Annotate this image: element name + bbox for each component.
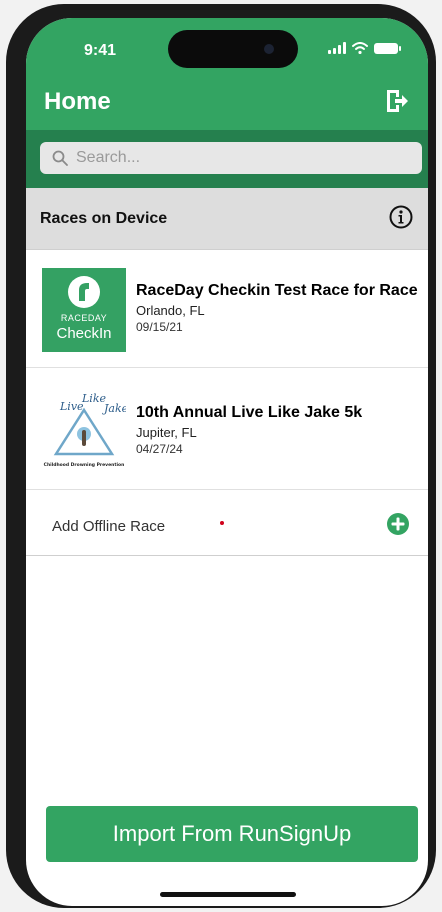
phone-frame: 9:41 Home Search... Races on Device RACE…: [6, 4, 436, 908]
race-list-item[interactable]: RACEDAY CheckIn RaceDay Checkin Test Rac…: [26, 250, 428, 368]
race-list-item[interactable]: Live Like Jake Childhood Drowning Preven…: [26, 368, 428, 490]
dynamic-island: [168, 30, 298, 68]
raceday-checkin-logo: RACEDAY CheckIn: [42, 268, 126, 352]
svg-text:Like: Like: [81, 392, 106, 405]
logo-text-checkin: CheckIn: [56, 325, 112, 342]
phone-screen: 9:41 Home Search... Races on Device RACE…: [26, 18, 428, 906]
race-date: 04/27/24: [136, 442, 183, 456]
race-name: RaceDay Checkin Test Race for Race: [136, 282, 418, 299]
checkin-flag-icon: [68, 276, 100, 308]
logo-text-raceday: RACEDAY: [60, 313, 108, 323]
svg-text:Live: Live: [59, 400, 84, 413]
svg-text:Childhood Drowning Prevention: Childhood Drowning Prevention: [44, 462, 125, 468]
add-circle-icon[interactable]: [386, 512, 410, 536]
info-icon[interactable]: [388, 204, 414, 230]
race-info: 10th Annual Live Like Jake 5k Jupiter, F…: [136, 404, 422, 456]
app-header: 9:41 Home: [26, 18, 428, 130]
race-location: Orlando, FL: [136, 303, 205, 318]
import-from-runsignup-button[interactable]: Import From RunSignUp: [46, 806, 418, 862]
section-title: Races on Device: [40, 210, 168, 227]
page-title: Home: [44, 88, 111, 115]
race-info: RaceDay Checkin Test Race for Race Orlan…: [136, 282, 422, 334]
add-offline-race-row[interactable]: Add Offline Race: [26, 490, 428, 556]
battery-icon: [374, 42, 401, 54]
red-dot-marker: [220, 521, 224, 525]
svg-text:Jake: Jake: [102, 402, 126, 415]
jake-triangle-emblem: Live Like Jake Childhood Drowning Preven…: [44, 392, 129, 468]
status-icons: [328, 42, 401, 54]
search-bar: [26, 130, 428, 188]
race-location: Jupiter, FL: [136, 425, 197, 440]
section-header: Races on Device: [26, 188, 428, 250]
search-input[interactable]: [76, 149, 396, 167]
cellular-signal-icon: [328, 42, 346, 54]
search-icon: [52, 150, 68, 166]
race-date: 09/15/21: [136, 320, 183, 334]
status-time: 9:41: [84, 42, 117, 59]
home-indicator: [160, 892, 296, 897]
search-field[interactable]: [40, 142, 422, 174]
race-name: 10th Annual Live Like Jake 5k: [136, 404, 363, 421]
live-like-jake-logo: Live Like Jake Childhood Drowning Preven…: [42, 388, 129, 472]
wifi-icon: [352, 42, 368, 54]
add-offline-race-label: Add Offline Race: [52, 518, 166, 535]
logout-icon[interactable]: [384, 88, 410, 114]
